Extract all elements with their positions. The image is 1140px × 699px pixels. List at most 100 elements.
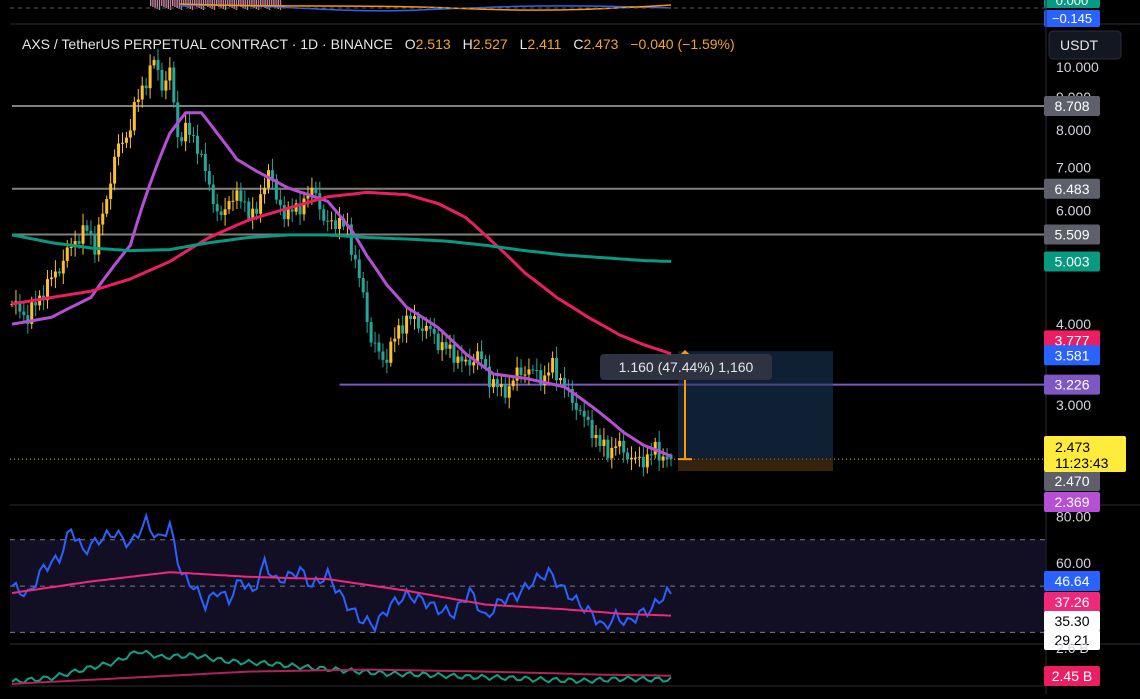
candle-body[interactable] — [594, 434, 598, 439]
candle-body[interactable] — [491, 379, 495, 388]
candle-body[interactable] — [531, 369, 535, 371]
candle-body[interactable] — [432, 328, 436, 334]
chart-canvas[interactable]: 0.000−0.145 1.160 (47.44%) 1,160 80.0060… — [0, 0, 1140, 694]
candle-body[interactable] — [117, 143, 121, 157]
candle-body[interactable] — [160, 69, 164, 91]
candle-body[interactable] — [610, 447, 614, 459]
candle-body[interactable] — [199, 153, 203, 155]
candle-body[interactable] — [622, 440, 626, 453]
candle-body[interactable] — [164, 80, 168, 91]
candle-body[interactable] — [263, 187, 267, 195]
candle-body[interactable] — [180, 137, 184, 142]
candle-body[interactable] — [314, 187, 318, 194]
candle-body[interactable] — [480, 351, 484, 360]
candle-body[interactable] — [148, 65, 152, 89]
candle-body[interactable] — [334, 220, 338, 229]
candle-body[interactable] — [460, 356, 464, 362]
candle-body[interactable] — [223, 209, 227, 215]
candle-body[interactable] — [385, 359, 389, 363]
candle-body[interactable] — [424, 325, 428, 331]
candle-body[interactable] — [89, 230, 93, 236]
candle-body[interactable] — [606, 439, 610, 459]
candle-body[interactable] — [586, 416, 590, 420]
candle-body[interactable] — [598, 434, 602, 447]
candle-body[interactable] — [120, 142, 124, 144]
candle-body[interactable] — [330, 220, 334, 222]
candle-body[interactable] — [535, 369, 539, 371]
candle-body[interactable] — [416, 316, 420, 329]
candle-body[interactable] — [645, 454, 649, 468]
candle-body[interactable] — [188, 122, 192, 135]
candle-body[interactable] — [22, 311, 26, 316]
candle-body[interactable] — [278, 199, 282, 206]
candle-body[interactable] — [559, 377, 563, 381]
candle-body[interactable] — [338, 218, 342, 229]
candle-body[interactable] — [85, 225, 89, 231]
candle-body[interactable] — [113, 156, 117, 184]
candle-body[interactable] — [93, 235, 97, 255]
candle-body[interactable] — [290, 209, 294, 212]
candle-body[interactable] — [81, 225, 85, 244]
candle-body[interactable] — [555, 358, 559, 381]
candle-body[interactable] — [373, 342, 377, 344]
candle-body[interactable] — [582, 410, 586, 417]
candle-body[interactable] — [397, 325, 401, 339]
candle-body[interactable] — [144, 85, 148, 89]
candle-body[interactable] — [527, 369, 531, 375]
candle-body[interactable] — [413, 316, 417, 319]
candle-body[interactable] — [547, 372, 551, 376]
candle-body[interactable] — [523, 374, 527, 376]
candle-body[interactable] — [614, 446, 618, 448]
candle-body[interactable] — [377, 342, 381, 352]
candle-body[interactable] — [495, 379, 499, 388]
candle-body[interactable] — [440, 342, 444, 351]
currency-button[interactable]: USDT — [1048, 30, 1122, 60]
candle-body[interactable] — [551, 358, 555, 373]
candle-body[interactable] — [444, 342, 448, 349]
candle-body[interactable] — [69, 247, 73, 249]
candle-body[interactable] — [436, 333, 440, 351]
candle-body[interactable] — [428, 325, 432, 329]
candle-body[interactable] — [255, 208, 259, 214]
candle-body[interactable] — [381, 351, 385, 360]
candle-body[interactable] — [361, 278, 365, 293]
candle-body[interactable] — [452, 344, 456, 363]
candle-body[interactable] — [401, 325, 405, 334]
candle-body[interactable] — [405, 315, 409, 334]
candle-body[interactable] — [590, 419, 594, 439]
candle-body[interactable] — [168, 67, 172, 81]
candle-body[interactable] — [136, 99, 140, 103]
candle-body[interactable] — [286, 209, 290, 220]
candle-body[interactable] — [128, 130, 132, 138]
candle-body[interactable] — [235, 190, 239, 201]
candle-body[interactable] — [101, 213, 105, 225]
candle-body[interactable] — [53, 271, 57, 278]
candle-body[interactable] — [195, 135, 199, 154]
candle-body[interactable] — [574, 402, 578, 410]
candle-body[interactable] — [420, 328, 424, 331]
candle-body[interactable] — [633, 457, 637, 459]
candle-body[interactable] — [464, 359, 468, 362]
candle-body[interactable] — [239, 190, 243, 202]
candle-body[interactable] — [665, 456, 669, 460]
candle-body[interactable] — [156, 60, 160, 70]
rsi-pane[interactable]: 80.0060.0046.6437.2635.3029.21 — [10, 509, 1100, 650]
candle-body[interactable] — [243, 201, 247, 203]
candle-body[interactable] — [618, 440, 622, 447]
candle-body[interactable] — [578, 409, 582, 411]
candle-body[interactable] — [503, 384, 507, 398]
candle-body[interactable] — [472, 362, 476, 366]
candle-body[interactable] — [184, 122, 188, 142]
candle-body[interactable] — [456, 356, 460, 363]
candle-body[interactable] — [649, 454, 653, 456]
candle-body[interactable] — [448, 344, 452, 349]
candle-body[interactable] — [365, 292, 369, 323]
candle-body[interactable] — [302, 198, 306, 215]
candle-body[interactable] — [511, 380, 515, 387]
candle-body[interactable] — [353, 254, 357, 260]
price-axis[interactable]: 10.0009.0008.0007.0006.0005.0004.0003.00… — [1044, 59, 1126, 512]
candle-body[interactable] — [326, 220, 330, 222]
candle-body[interactable] — [661, 456, 665, 461]
candle-body[interactable] — [626, 452, 630, 460]
candle-body[interactable] — [369, 322, 373, 343]
